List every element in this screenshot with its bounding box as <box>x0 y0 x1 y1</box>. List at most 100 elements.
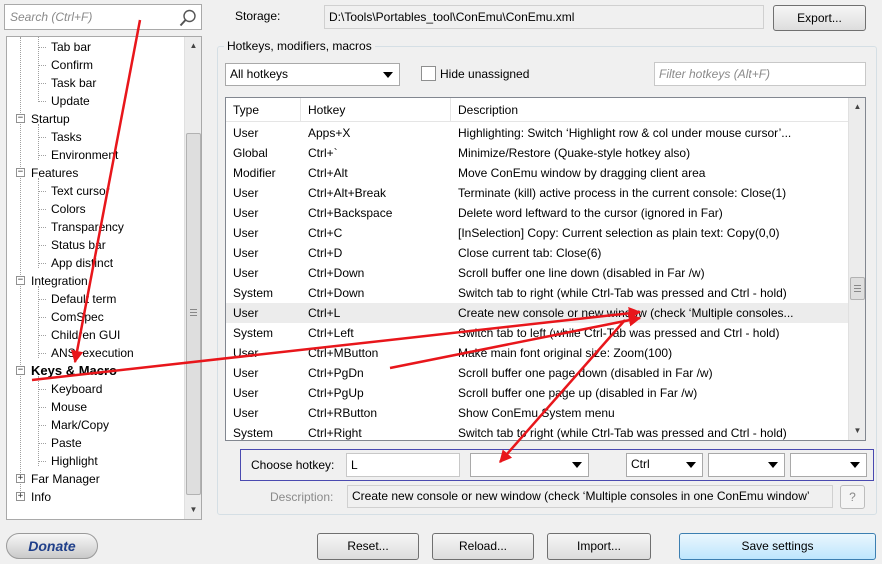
tree-item-status-bar[interactable]: Status bar <box>51 236 106 254</box>
tree-item-tasks[interactable]: Tasks <box>51 128 82 146</box>
hide-unassigned-checkbox[interactable] <box>421 66 436 81</box>
tree-item-mouse[interactable]: Mouse <box>51 398 87 416</box>
filter-hotkeys-input[interactable]: Filter hotkeys (Alt+F) <box>654 62 866 86</box>
table-row[interactable]: User Ctrl+L Create new console or new wind… <box>226 303 848 323</box>
table-row[interactable]: User Ctrl+Down Scroll buffer one line down… <box>226 263 848 283</box>
tree-item-ansi-execution[interactable]: ANSI execution <box>51 344 134 362</box>
collapse-minus-icon[interactable]: − <box>16 114 25 123</box>
hotkey-type-value: All hotkeys <box>230 67 289 81</box>
table-row[interactable]: System Ctrl+Down Switch tab to right (whil… <box>226 283 848 303</box>
tree-item-children-gui[interactable]: Children GUI <box>51 326 120 344</box>
scroll-down-arrow-icon[interactable]: ▼ <box>185 501 201 518</box>
hotkey-type-dropdown[interactable]: All hotkeys <box>225 63 400 86</box>
choose-hotkey-label: Choose hotkey: <box>251 458 335 472</box>
tree-item-default-term[interactable]: Default term <box>51 290 116 308</box>
description-field[interactable]: Create new console or new window (check … <box>347 485 833 508</box>
chevron-down-icon <box>572 462 582 468</box>
cell-description: Make main font original size: Zoom(100) <box>458 346 673 360</box>
tree-item-tab-bar[interactable]: Tab bar <box>51 38 91 56</box>
cell-hotkey: Ctrl+Down <box>308 266 365 280</box>
collapse-minus-icon[interactable]: − <box>16 366 25 375</box>
tree-item-confirm[interactable]: Confirm <box>51 56 93 74</box>
column-header-description[interactable]: Description <box>451 98 848 122</box>
tree-item-integration[interactable]: Integration <box>31 272 88 290</box>
search-icon[interactable] <box>178 8 198 28</box>
cell-description: Terminate (kill) active process in the c… <box>458 186 787 200</box>
tree-scrollbar[interactable]: ▲ ▼ <box>184 37 201 519</box>
column-header-type[interactable]: Type <box>226 98 301 122</box>
table-row[interactable]: User Ctrl+D Close current tab: Close(6) <box>226 243 848 263</box>
tree-item-comspec[interactable]: ComSpec <box>51 308 104 326</box>
cell-hotkey: Ctrl+Left <box>308 326 354 340</box>
table-row[interactable]: Global Ctrl+` Minimize/Restore (Quake-styl… <box>226 143 848 163</box>
reload-button[interactable]: Reload... <box>432 533 534 560</box>
table-row[interactable]: System Ctrl+Left Switch tab to left (while… <box>226 323 848 343</box>
tree-item-features[interactable]: Features <box>31 164 78 182</box>
table-row[interactable]: User Ctrl+PgDn Scroll buffer one page down… <box>226 363 848 383</box>
help-button[interactable]: ? <box>840 485 865 509</box>
collapse-minus-icon[interactable]: − <box>16 168 25 177</box>
tree-item-colors[interactable]: Colors <box>51 200 86 218</box>
table-row[interactable]: User Ctrl+Alt+Break Terminate (kill) activ… <box>226 183 848 203</box>
tree-item-transparency[interactable]: Transparency <box>51 218 124 236</box>
tree-item-startup[interactable]: Startup <box>31 110 70 128</box>
tree-item-highlight[interactable]: Highlight <box>51 452 98 470</box>
chevron-down-icon <box>768 462 778 468</box>
storage-path-field[interactable]: D:\Tools\Portables_tool\ConEmu\ConEmu.xm… <box>324 5 764 29</box>
search-box[interactable] <box>4 4 202 30</box>
cell-type: User <box>233 386 259 400</box>
search-input[interactable] <box>5 5 175 29</box>
table-row[interactable]: User Ctrl+Backspace Delete word leftward t… <box>226 203 848 223</box>
tree-item-info[interactable]: Info <box>31 488 51 506</box>
collapse-minus-icon[interactable]: − <box>16 276 25 285</box>
list-scroll-thumb[interactable] <box>850 277 865 300</box>
modifier-2-value: Ctrl <box>631 457 650 471</box>
tree-item-far-manager[interactable]: Far Manager <box>31 470 100 488</box>
hotkey-list[interactable]: Type Hotkey Description User Apps+X Highli… <box>225 97 866 441</box>
expand-plus-icon[interactable]: + <box>16 492 25 501</box>
cell-type: User <box>233 126 259 140</box>
cell-type: User <box>233 206 259 220</box>
tree-item-text-cursor[interactable]: Text cursor <box>51 182 110 200</box>
cell-hotkey: Ctrl+PgDn <box>308 366 364 380</box>
table-row[interactable]: User Ctrl+RButton Show ConEmu System menu <box>226 403 848 423</box>
expand-plus-icon[interactable]: + <box>16 474 25 483</box>
tree-item-keys-macro[interactable]: Keys & Macro <box>31 362 117 380</box>
table-row[interactable]: Modifier Ctrl+Alt Move ConEmu window by dr… <box>226 163 848 183</box>
tree-item-update[interactable]: Update <box>51 92 90 110</box>
cell-description: Switch tab to right (while Ctrl-Tab was … <box>458 286 787 300</box>
tree-item-keyboard[interactable]: Keyboard <box>51 380 102 398</box>
cell-description: Scroll buffer one line down (disabled in… <box>458 266 705 280</box>
donate-button[interactable]: Donate <box>6 533 98 559</box>
modifier-dropdown-2[interactable]: Ctrl <box>626 453 703 477</box>
modifier-dropdown-4[interactable] <box>790 453 867 477</box>
save-settings-button[interactable]: Save settings <box>679 533 876 560</box>
modifier-dropdown-3[interactable] <box>708 453 785 477</box>
tree-item-environment[interactable]: Environment <box>51 146 118 164</box>
tree-item-mark-copy[interactable]: Mark/Copy <box>51 416 109 434</box>
table-row[interactable]: User Ctrl+PgUp Scroll buffer one page up (… <box>226 383 848 403</box>
tree-item-app-distinct[interactable]: App distinct <box>51 254 113 272</box>
table-row[interactable]: User Ctrl+MButton Make main font original … <box>226 343 848 363</box>
cell-type: System <box>233 326 274 340</box>
scroll-down-arrow-icon[interactable]: ▼ <box>849 422 865 439</box>
scroll-up-arrow-icon[interactable]: ▲ <box>185 37 201 54</box>
tree-item-task-bar[interactable]: Task bar <box>51 74 96 92</box>
list-scrollbar[interactable]: ▲ ▼ <box>848 98 865 440</box>
cell-type: User <box>233 366 259 380</box>
modifier-dropdown-1[interactable] <box>470 453 589 477</box>
import-button[interactable]: Import... <box>547 533 651 560</box>
tree-item-paste[interactable]: Paste <box>51 434 82 452</box>
export-button[interactable]: Export... <box>773 5 866 31</box>
cell-hotkey: Ctrl+C <box>308 226 343 240</box>
column-header-hotkey[interactable]: Hotkey <box>301 98 451 122</box>
table-row[interactable]: System Ctrl+Right Switch tab to right (whi… <box>226 423 848 440</box>
scroll-up-arrow-icon[interactable]: ▲ <box>849 98 865 115</box>
cell-type: User <box>233 226 259 240</box>
reset-button[interactable]: Reset... <box>317 533 419 560</box>
table-row[interactable]: User Apps+X Highlighting: Switch ‘Highligh… <box>226 123 848 143</box>
hotkey-key-input[interactable]: L <box>346 453 460 477</box>
table-row[interactable]: User Ctrl+C [InSelection] Copy: Current se… <box>226 223 848 243</box>
cell-hotkey: Ctrl+RButton <box>308 406 378 420</box>
tree-scroll-thumb[interactable] <box>186 133 201 495</box>
